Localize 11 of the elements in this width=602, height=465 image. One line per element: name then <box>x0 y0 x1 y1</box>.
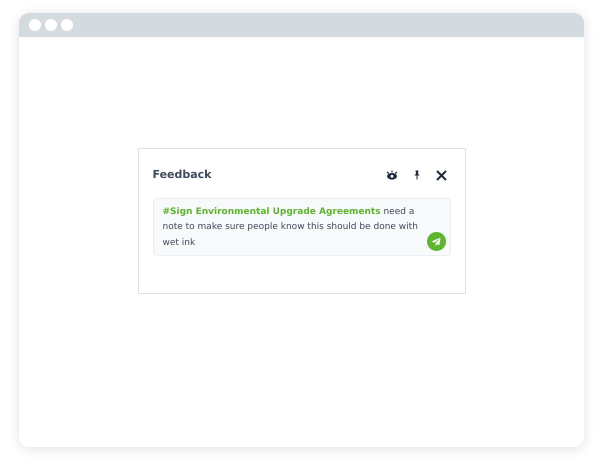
send-button[interactable] <box>426 232 446 251</box>
window-dot <box>29 19 41 31</box>
close-icon[interactable] <box>436 170 446 181</box>
message-box[interactable]: #Sign Environmental Upgrade Agreements need a note to make sure people know this should be done with wet ink <box>152 198 450 256</box>
eye-icon[interactable] <box>386 170 398 180</box>
paper-plane-icon <box>431 236 441 246</box>
message-text: #Sign Environmental Upgrade Agreements need a note to make sure people know this should be done with wet ink <box>162 206 419 250</box>
window-dot <box>61 19 73 31</box>
panel-title: Feedback <box>152 167 212 183</box>
window-dot <box>45 19 57 31</box>
pin-icon[interactable] <box>414 170 420 180</box>
